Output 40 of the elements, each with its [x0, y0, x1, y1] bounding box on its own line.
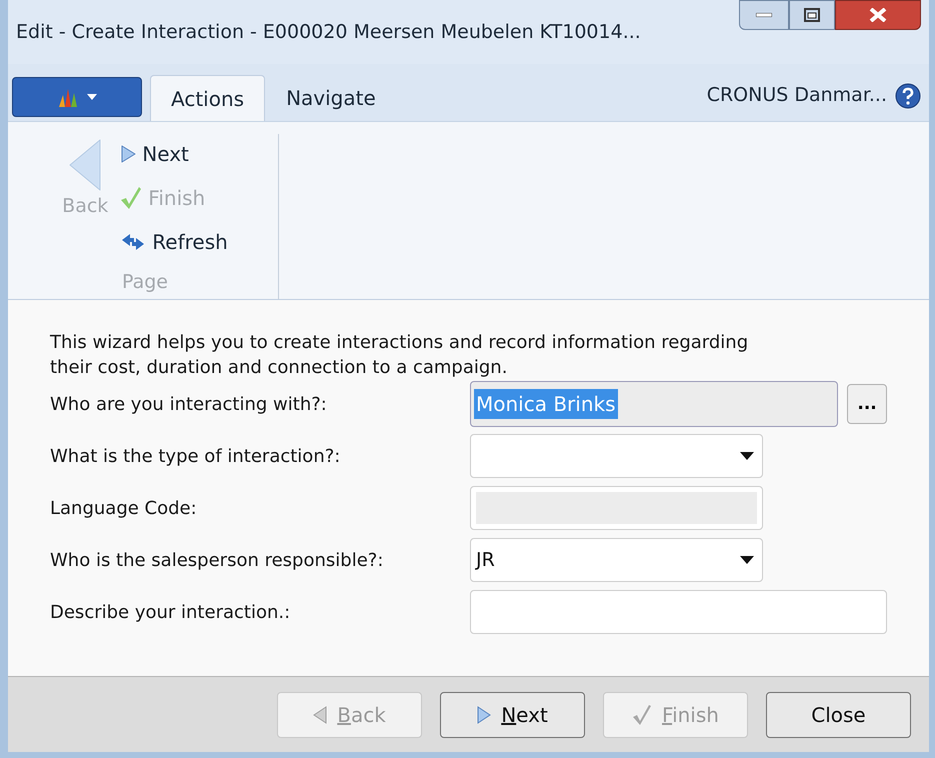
back-arrow-icon — [68, 138, 102, 192]
ribbon-tab[interactable]: Navigate — [265, 75, 397, 121]
next-arrow-icon — [120, 145, 136, 163]
field-label: Who is the salesperson responsible?: — [50, 548, 384, 572]
input-field[interactable] — [470, 590, 887, 634]
back-arrow-icon — [313, 706, 328, 724]
maximize-icon — [804, 8, 820, 22]
field-label: Language Code: — [50, 496, 198, 520]
next-button[interactable]: Next — [120, 134, 228, 174]
ribbon-tab[interactable]: Actions — [150, 75, 266, 121]
maximize-button[interactable] — [789, 0, 835, 30]
next-button[interactable]: Next — [440, 692, 585, 738]
lookup-button[interactable]: ... — [847, 384, 887, 424]
dropdown-field[interactable] — [470, 434, 763, 478]
checkmark-icon — [120, 186, 142, 210]
field-value: JR — [476, 548, 495, 573]
company-name: CRONUS Danmar... — [706, 82, 887, 108]
field-label: Describe your interaction.: — [50, 600, 292, 624]
minimize-button[interactable] — [739, 0, 789, 30]
help-icon[interactable] — [895, 83, 921, 109]
readonly-field[interactable] — [470, 486, 763, 530]
dropdown-field[interactable]: JR — [470, 538, 763, 582]
minimize-icon — [756, 13, 772, 17]
close-button[interactable] — [835, 0, 921, 30]
intro-text: This wizard helps you to create interactions and record information regarding their cost, duration and connection to a campaign. — [50, 331, 750, 380]
dropdown-arrow-icon — [87, 94, 97, 100]
window-title: Edit - Create Interaction - E000020 Meersen Meubelen KT10014... — [16, 20, 641, 45]
close-icon — [869, 8, 887, 22]
checkmark-icon — [632, 704, 652, 726]
selected-text: Monica Brinks — [474, 389, 618, 419]
field-label: Who are you interacting with?: — [50, 392, 328, 416]
field-label: What is the type of interaction?: — [50, 444, 342, 468]
close-button[interactable]: Close — [766, 692, 911, 738]
refresh-button[interactable]: Refresh — [120, 222, 228, 262]
app-menu-button[interactable] — [12, 77, 142, 117]
refresh-icon — [120, 232, 146, 252]
dropdown-arrow-icon — [740, 556, 754, 564]
group-label: Page — [122, 270, 168, 295]
dropdown-arrow-icon — [740, 452, 754, 460]
next-arrow-icon — [477, 706, 492, 724]
